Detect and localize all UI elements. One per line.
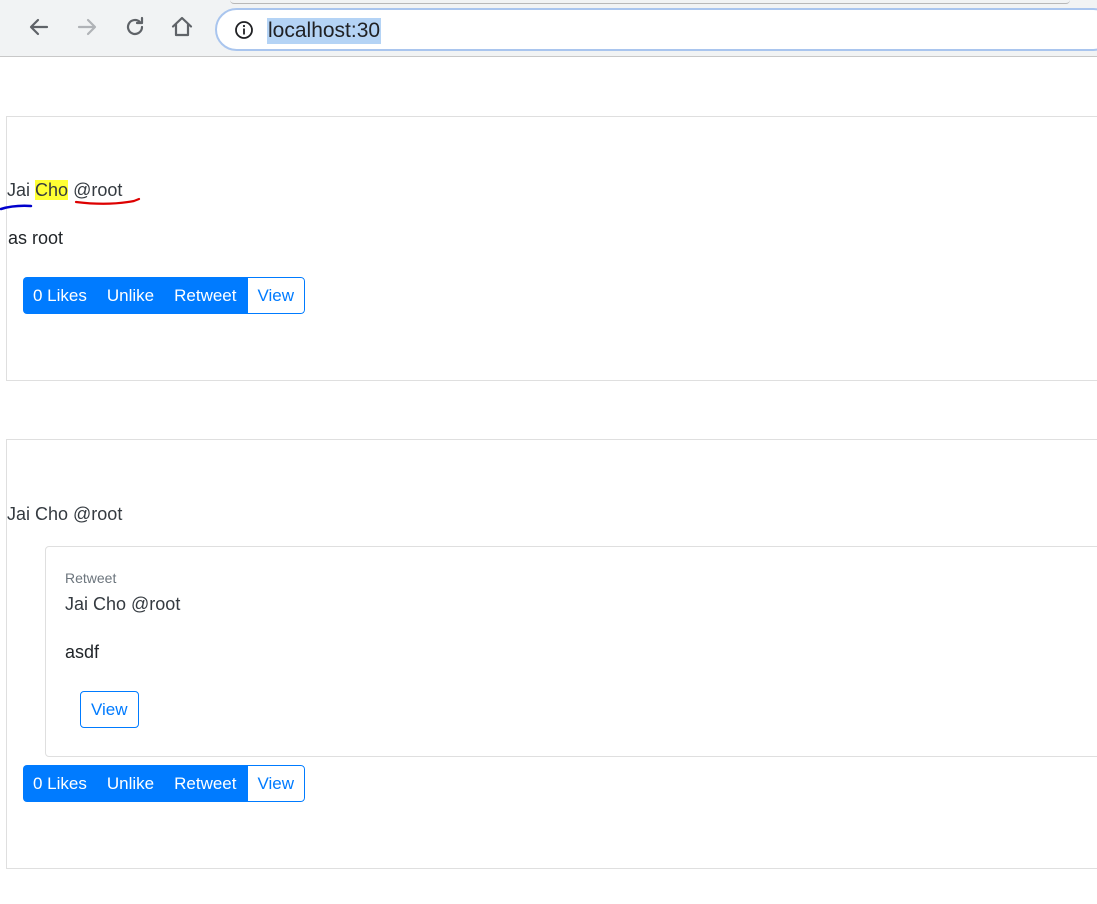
back-button[interactable] bbox=[26, 14, 52, 40]
retweet-author: Jai Cho @root bbox=[65, 594, 181, 614]
retweet-view-button[interactable]: View bbox=[80, 691, 139, 728]
arrow-left-icon bbox=[29, 18, 49, 36]
author-last-name: Cho bbox=[35, 180, 69, 200]
tweet-action-group: 0 Likes Unlike Retweet View bbox=[23, 765, 306, 802]
author-handle: @root bbox=[73, 180, 123, 200]
tweet-action-group: 0 Likes Unlike Retweet View bbox=[23, 277, 306, 314]
view-button[interactable]: View bbox=[246, 765, 306, 802]
tweet-author: Jai Cho @root bbox=[7, 504, 123, 524]
unlike-button[interactable]: Unlike bbox=[96, 277, 165, 314]
home-icon bbox=[171, 16, 193, 37]
tweet-card: Jai Cho @root Retweet Jai Cho @root asdf… bbox=[6, 439, 1097, 869]
author-first-name: Jai bbox=[7, 180, 31, 200]
home-button[interactable] bbox=[169, 14, 195, 40]
retweet-label: Retweet bbox=[65, 570, 117, 586]
unlike-button[interactable]: Unlike bbox=[96, 765, 165, 802]
arrow-right-icon bbox=[77, 18, 97, 36]
tweet-card: Jai Cho @root as root 0 Likes Unlike Ret… bbox=[6, 116, 1097, 381]
retweet-button[interactable]: Retweet bbox=[164, 765, 247, 802]
tweet-body: as root bbox=[8, 228, 64, 248]
view-button[interactable]: View bbox=[246, 277, 306, 314]
tweet-author: Jai Cho @root bbox=[7, 178, 122, 202]
address-bar[interactable]: localhost:30 bbox=[215, 8, 1097, 51]
browser-toolbar: localhost:30 bbox=[0, 0, 1097, 57]
retweet-body: asdf bbox=[65, 642, 100, 662]
reload-icon bbox=[126, 16, 144, 36]
likes-button[interactable]: 0 Likes bbox=[23, 277, 97, 314]
likes-button[interactable]: 0 Likes bbox=[23, 765, 97, 802]
forward-button[interactable] bbox=[74, 14, 100, 40]
tab-strip-edge bbox=[230, 0, 1070, 4]
retweet-card: Retweet Jai Cho @root asdf View bbox=[45, 546, 1097, 757]
retweet-button[interactable]: Retweet bbox=[164, 277, 247, 314]
info-icon[interactable] bbox=[234, 20, 254, 40]
reload-button[interactable] bbox=[122, 14, 148, 40]
url-text[interactable]: localhost:30 bbox=[267, 18, 382, 44]
